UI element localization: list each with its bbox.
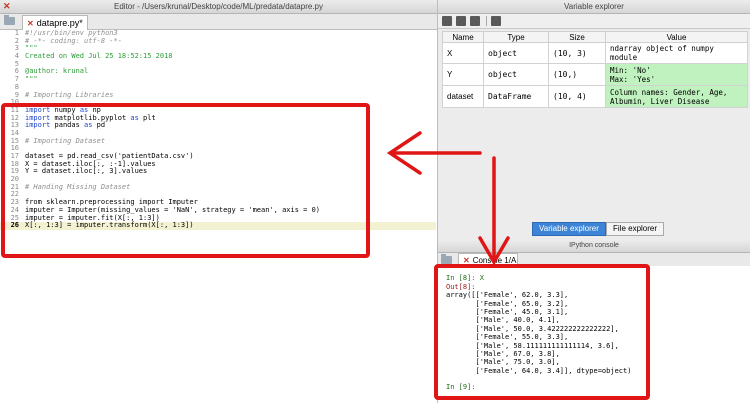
code-text: # -*- coding: utf-8 -*- (25, 36, 122, 45)
highlight-box-console (434, 264, 650, 400)
variable-table-header: Name Type Size Value (442, 31, 748, 43)
editor-window-title: Editor - /Users/krunal/Desktop/code/ML/p… (114, 2, 323, 11)
editor-titlebar: ✕ Editor - /Users/krunal/Desktop/code/ML… (0, 0, 437, 14)
ipython-console-titlebar: IPython console (438, 240, 750, 253)
save-data-icon[interactable] (456, 16, 466, 26)
tab-datapre[interactable]: ✕ datapre.py* (22, 15, 88, 30)
variable-row-X[interactable]: Xobject (10, 3) ndarray object of numpy mo… (442, 42, 748, 64)
column-header-size[interactable]: Size (548, 31, 606, 43)
variable-name-cell: Y (442, 63, 484, 86)
highlight-box-code (1, 103, 370, 258)
column-header-value[interactable]: Value (605, 31, 748, 43)
variable-size-cell: (10, 3) (548, 42, 606, 64)
variable-name-cell: dataset (442, 85, 484, 108)
tab-file-explorer[interactable]: File explorer (606, 222, 665, 236)
variable-table: Name Type Size Value Xobject (10, 3) ndarr… (442, 31, 748, 108)
erase-icon[interactable] (491, 16, 501, 26)
close-icon[interactable]: ✕ (3, 0, 11, 13)
variable-size-cell: (10, 4) (548, 85, 606, 108)
variable-size-cell: (10,) (548, 63, 606, 86)
variable-type-cell: object (483, 63, 549, 86)
folder-icon[interactable] (441, 254, 452, 264)
code-text: Created on Wed Jul 25 18:52:15 2018 (25, 52, 173, 61)
toolbar-divider (486, 16, 487, 26)
code-line[interactable]: 4 Created on Wed Jul 25 18:52:15 2018 (0, 52, 436, 61)
variable-value-cell: ndarray object of numpy module (605, 42, 748, 64)
editor-tabbar: ✕ datapre.py* (0, 14, 437, 30)
code-line[interactable]: 7 """ (0, 75, 436, 84)
column-header-name[interactable]: Name (442, 31, 484, 43)
variable-explorer-titlebar: Variable explorer (438, 0, 750, 14)
variable-row-dataset[interactable]: dataset DataFrame (10, 4) Column names: Gen… (442, 85, 748, 108)
code-text: # Importing Libraries (25, 90, 114, 99)
code-text: """ (25, 75, 38, 84)
ipython-console-title: IPython console (569, 242, 619, 249)
variable-type-cell: DataFrame (483, 85, 549, 108)
save-as-icon[interactable] (470, 16, 480, 26)
variable-name-cell: X (442, 42, 484, 64)
code-line[interactable]: 6 @author: krunal (0, 68, 436, 76)
code-line[interactable]: 9 # Importing Libraries (0, 90, 436, 100)
variable-value-cell: Column names: Gender, Age, Albumin, Live… (605, 85, 748, 108)
variable-type-cell: object (483, 42, 549, 64)
column-header-type[interactable]: Type (483, 31, 549, 43)
tab-label: datapre.py* (36, 18, 83, 28)
tab-variable-explorer[interactable]: Variable explorer (532, 222, 606, 236)
variable-row-Y[interactable]: Yobject (10,) Min: 'No' Max: 'Yes' (442, 63, 748, 86)
close-tab-icon[interactable]: ✕ (27, 19, 34, 28)
folder-icon[interactable] (4, 15, 15, 25)
code-line[interactable]: 2 # -*- coding: utf-8 -*- (0, 36, 436, 46)
variable-explorer-title: Variable explorer (564, 2, 624, 11)
variable-value-cell: Min: 'No' Max: 'Yes' (605, 63, 748, 86)
import-data-icon[interactable] (442, 16, 452, 26)
variable-explorer-toolbar (438, 14, 750, 29)
